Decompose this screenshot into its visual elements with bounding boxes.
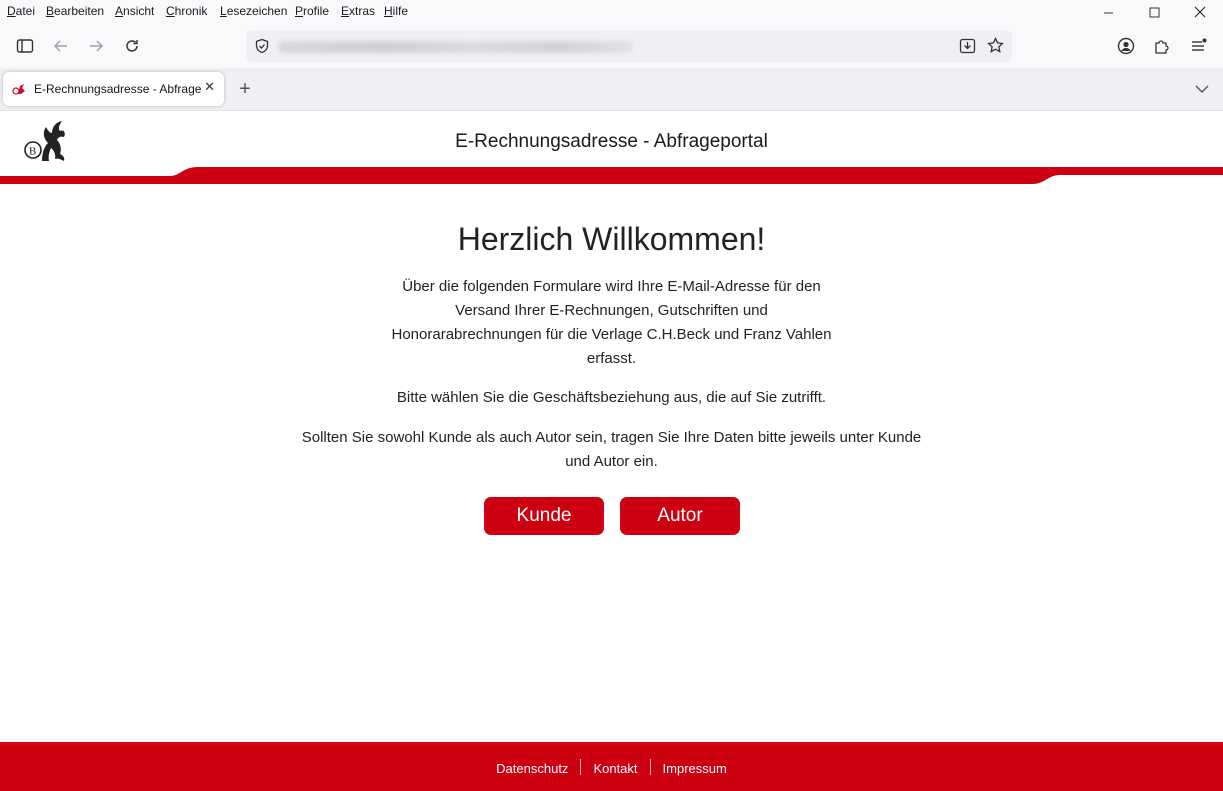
hamburger-menu-icon [1192,38,1207,51]
account-icon [1117,37,1135,55]
footer-link-impressum[interactable]: Impressum [651,761,739,776]
site-header: B E-Rechnungsadresse - Abfrageportal [0,111,1223,189]
save-to-pocket-icon[interactable] [959,38,976,54]
customer-and-author-text: Sollten Sie sowohl Kunde als auch Autor … [301,429,922,470]
sidebar-toggle-button[interactable] [10,31,40,61]
app-menu-button[interactable] [1183,31,1213,61]
menu-profile[interactable]: Profile [295,4,329,18]
sidebar-icon [16,39,34,53]
choose-relationship-text: Bitte wählen Sie die Geschäftsbeziehung … [396,389,827,406]
url-text-blurred [278,41,633,53]
url-bar[interactable] [246,30,1012,62]
shield-icon [255,38,269,54]
site-footer: Datenschutz Kontakt Impressum [0,742,1223,791]
reload-icon [126,40,138,52]
puzzle-icon [1155,40,1169,54]
minimize-icon [1103,12,1113,13]
header-red-band [0,167,1223,184]
tab-title: E-Rechnungsadresse - Abfrageportal [34,82,202,96]
arrow-right-icon [90,40,104,52]
close-window-button[interactable] [1177,0,1223,24]
intro-text: Über die folgenden Formulare wird Ihre E… [391,278,832,367]
bookmark-star-icon[interactable] [987,37,1004,54]
menu-chronik[interactable]: Chronik [166,4,207,18]
maximize-icon [1149,7,1159,17]
kunde-button[interactable]: Kunde [484,497,604,535]
menu-bar: Datei Bearbeiten Ansicht Chronik Lesezei… [0,0,1223,24]
navigation-bar [0,24,1223,68]
close-icon [1194,6,1206,18]
plus-icon: + [239,77,251,100]
reload-button[interactable] [117,31,147,61]
web-page: B E-Rechnungsadresse - Abfrageportal Her… [0,111,1223,791]
maximize-button[interactable] [1131,0,1177,24]
extensions-button[interactable] [1147,31,1177,61]
tab-e-rechnungsadresse[interactable]: E-Rechnungsadresse - Abfrageportal ✕ [3,72,224,106]
menu-bearbeiten[interactable]: Bearbeiten [46,4,104,18]
arrow-left-icon [53,40,67,52]
account-button[interactable] [1111,31,1141,61]
new-tab-button[interactable]: + [233,77,257,101]
menu-datei[interactable]: Datei [7,4,35,18]
beck-favicon-icon [12,84,25,95]
portal-title: E-Rechnungsadresse - Abfrageportal [455,131,768,152]
minimize-button[interactable] [1085,0,1131,24]
footer-link-kontakt[interactable]: Kontakt [581,761,649,776]
footer-link-datenschutz[interactable]: Datenschutz [484,761,580,776]
chevron-down-icon [1195,85,1209,93]
forward-button[interactable] [81,31,111,61]
tab-close-button[interactable]: ✕ [204,79,215,95]
autor-button[interactable]: Autor [620,497,740,535]
back-button[interactable] [46,31,76,61]
menu-hilfe[interactable]: Hilfe [384,4,408,18]
menu-extras[interactable]: Extras [341,4,375,18]
menu-ansicht[interactable]: Ansicht [115,4,154,18]
tab-bar: E-Rechnungsadresse - Abfrageportal ✕ + [0,68,1223,111]
list-all-tabs-button[interactable] [1190,78,1214,100]
welcome-heading: Herzlich Willkommen! [457,221,766,257]
footer-links: Datenschutz Kontakt Impressum [0,759,1223,776]
menu-lesezeichen[interactable]: Lesezeichen [220,4,287,18]
